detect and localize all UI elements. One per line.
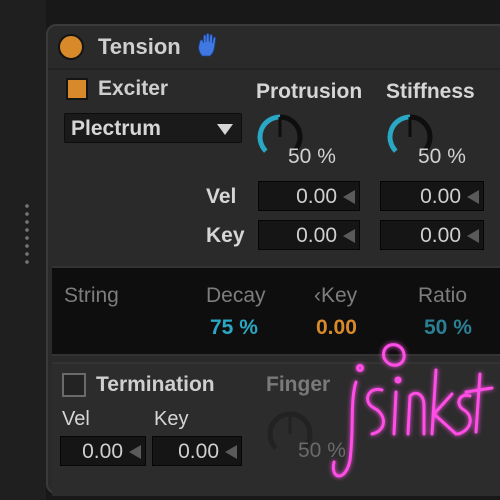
ratio-label: Ratio bbox=[418, 284, 468, 307]
exciter-label: Exciter bbox=[98, 77, 169, 100]
protrusion-label: Protrusion bbox=[256, 80, 363, 103]
title-divider bbox=[48, 68, 500, 70]
vel-label: Vel bbox=[206, 185, 237, 208]
string-key-label: ‹Key bbox=[314, 284, 358, 307]
device-title-bar[interactable]: Tension bbox=[48, 26, 500, 66]
left-arrow-icon bbox=[343, 229, 355, 243]
decay-value[interactable]: 75 % bbox=[210, 316, 258, 340]
termination-key-field[interactable]: 0.00 bbox=[152, 436, 242, 466]
stiffness-vel-field[interactable]: 0.00 bbox=[380, 181, 484, 211]
chevron-down-icon bbox=[217, 124, 233, 135]
stiffness-value: 50 % bbox=[418, 145, 466, 168]
device-title: Tension bbox=[98, 34, 181, 59]
device-chain-strip bbox=[0, 0, 46, 500]
termination-key-value: 0.00 bbox=[178, 440, 219, 463]
termination-key-label: Key bbox=[154, 408, 189, 430]
left-arrow-icon bbox=[467, 229, 479, 243]
termination-toggle[interactable] bbox=[62, 373, 86, 397]
stiffness-label: Stiffness bbox=[386, 80, 475, 103]
left-arrow-icon bbox=[225, 445, 237, 459]
protrusion-value: 50 % bbox=[288, 145, 336, 168]
protrusion-key-value: 0.00 bbox=[296, 224, 337, 247]
termination-vel-value: 0.00 bbox=[82, 440, 123, 463]
exciter-toggle[interactable] bbox=[66, 78, 88, 100]
string-label: String bbox=[64, 284, 119, 307]
left-arrow-icon bbox=[343, 190, 355, 204]
protrusion-vel-value: 0.00 bbox=[296, 185, 337, 208]
protrusion-key-field[interactable]: 0.00 bbox=[258, 220, 360, 250]
termination-vel-label: Vel bbox=[62, 408, 90, 430]
stiffness-key-value: 0.00 bbox=[420, 224, 461, 247]
exciter-type-value: Plectrum bbox=[71, 117, 161, 140]
signature-handwritten bbox=[331, 343, 494, 478]
device-power-button[interactable] bbox=[58, 34, 84, 60]
stiffness-vel-value: 0.00 bbox=[420, 185, 461, 208]
drag-grip-icon[interactable] bbox=[23, 202, 31, 268]
key-label: Key bbox=[206, 224, 245, 247]
decay-label: Decay bbox=[206, 284, 266, 307]
protrusion-vel-field[interactable]: 0.00 bbox=[258, 181, 360, 211]
termination-vel-field[interactable]: 0.00 bbox=[60, 436, 146, 466]
exciter-type-dropdown[interactable]: Plectrum bbox=[64, 113, 242, 143]
left-arrow-icon bbox=[129, 445, 141, 459]
hand-icon[interactable] bbox=[196, 32, 220, 58]
stiffness-key-field[interactable]: 0.00 bbox=[380, 220, 484, 250]
left-arrow-icon bbox=[467, 190, 479, 204]
termination-label: Termination bbox=[96, 373, 215, 396]
